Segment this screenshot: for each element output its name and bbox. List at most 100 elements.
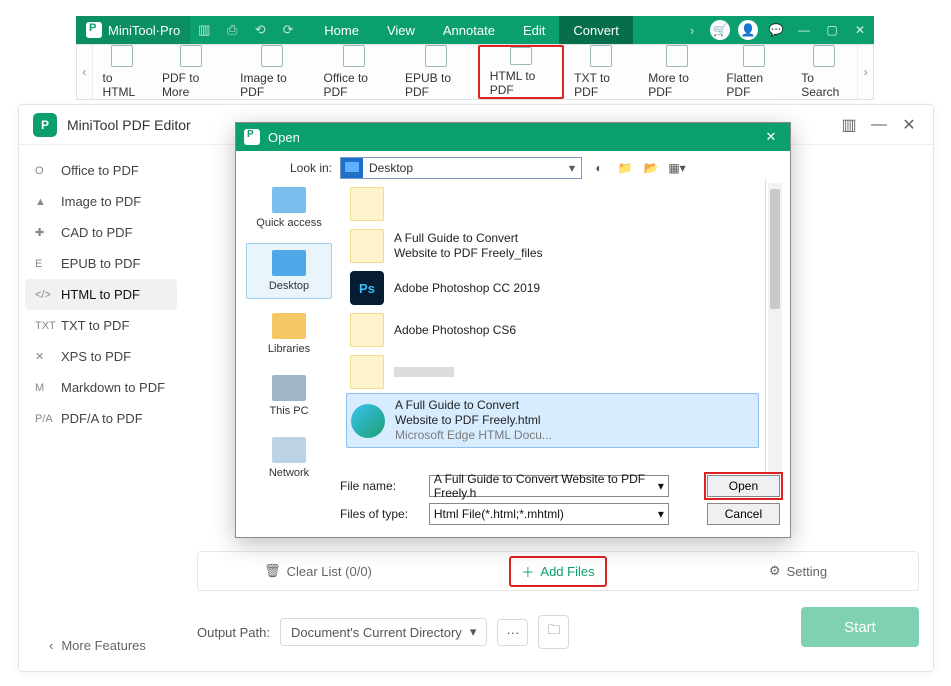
start-button[interactable]: Start — [801, 607, 919, 647]
folder-icon — [350, 313, 384, 347]
file-item[interactable] — [346, 183, 759, 225]
ribbon-scroll-right[interactable]: › — [857, 45, 873, 99]
file-item[interactable]: A Full Guide to ConvertWebsite to PDF Fr… — [346, 225, 759, 267]
print-icon[interactable]: ⎙ — [218, 16, 246, 44]
sidebar-item-txt[interactable]: TXTTXT to PDF — [25, 310, 177, 341]
redo-icon[interactable]: ⟳ — [274, 16, 302, 44]
sidebar-item-office[interactable]: OOffice to PDF — [25, 155, 177, 186]
place-libraries[interactable]: Libraries — [246, 307, 332, 361]
file-item-selected[interactable]: A Full Guide to ConvertWebsite to PDF Fr… — [346, 393, 759, 448]
menu-annotate[interactable]: Annotate — [429, 16, 509, 44]
setting[interactable]: ⚙Setting — [678, 563, 918, 579]
minimize-icon[interactable]: — — [790, 23, 818, 37]
tool-pdf-to-more[interactable]: PDF to More — [152, 45, 230, 99]
more-pdf-icon — [666, 45, 688, 67]
output-select[interactable]: Document's Current Directory▾ — [280, 618, 487, 646]
main-menu: Home View Annotate Edit Convert — [310, 16, 633, 44]
sidebar-item-epub[interactable]: EEPUB to PDF — [25, 248, 177, 279]
add-files[interactable]: ＋Add Files — [438, 556, 678, 587]
place-thispc[interactable]: This PC — [246, 369, 332, 423]
scrollbar[interactable] — [768, 183, 782, 477]
txt-icon: TXT — [35, 320, 51, 332]
office-icon: O — [35, 165, 51, 177]
chevron-down-icon: ▾ — [563, 161, 581, 175]
viewmode-icon[interactable]: ▦▾ — [668, 159, 686, 177]
output-more[interactable]: ··· — [497, 619, 528, 646]
cad-icon: ✚ — [35, 226, 51, 239]
places-bar: Quick access Desktop Libraries This PC N… — [242, 181, 336, 479]
sidebar-item-cad[interactable]: ✚CAD to PDF — [25, 217, 177, 248]
up-icon[interactable]: 📁 — [616, 159, 634, 177]
clear-list[interactable]: 🗑Clear List (0/0) — [198, 563, 438, 579]
app-close-icon[interactable]: ✕ — [899, 115, 919, 135]
menu-convert[interactable]: Convert — [559, 16, 633, 44]
libraries-icon — [272, 313, 306, 339]
cancel-button[interactable]: Cancel — [707, 503, 780, 525]
folder-icon — [350, 355, 384, 389]
gear-icon: ⚙ — [769, 563, 781, 579]
menu-home[interactable]: Home — [310, 16, 373, 44]
xps-icon: ✕ — [35, 350, 51, 363]
tool-to-search[interactable]: To Search — [791, 45, 857, 99]
place-quick[interactable]: Quick access — [246, 181, 332, 235]
tool-epub-to-pdf[interactable]: EPUB to PDF — [395, 45, 478, 99]
tool-to-html[interactable]: to HTML — [93, 45, 152, 99]
more-features[interactable]: ‹More Features — [49, 638, 146, 653]
folder-icon — [350, 229, 384, 263]
output-label: Output Path: — [197, 625, 270, 640]
newfolder-icon[interactable]: 📂 — [642, 159, 660, 177]
back-icon[interactable]: ◐ — [590, 159, 608, 177]
brand-text: MiniTool·Pro — [108, 23, 180, 38]
desktop-icon — [341, 158, 363, 178]
app-logo-icon — [86, 22, 102, 38]
filetype-select[interactable]: Html File(*.html;*.mhtml)▾ — [429, 503, 669, 525]
sidebar-item-markdown[interactable]: MMarkdown to PDF — [25, 372, 177, 403]
filename-label: File name: — [340, 479, 429, 493]
maximize-icon[interactable]: ▢ — [818, 23, 846, 37]
trash-icon: 🗑 — [264, 563, 281, 579]
html-icon: </> — [35, 289, 51, 301]
txt-pdf-icon — [590, 45, 612, 67]
output-folder[interactable]: 🗀 — [538, 615, 569, 649]
tool-txt-to-pdf[interactable]: TXT to PDF — [564, 45, 638, 99]
pc-icon — [272, 375, 306, 401]
folder-icon — [350, 187, 384, 221]
dialog-bottom: File name: A Full Guide to Convert Websi… — [340, 475, 780, 531]
file-item[interactable]: Adobe Photoshop CS6 — [346, 309, 759, 351]
open-button[interactable]: Open — [707, 475, 780, 497]
app-minimize-icon[interactable]: — — [869, 115, 889, 135]
sidebar-item-html[interactable]: </>HTML to PDF — [25, 279, 177, 310]
sidebar-item-pdfa[interactable]: P/APDF/A to PDF — [25, 403, 177, 434]
plus-icon: ＋ — [521, 562, 534, 581]
scrollbar-thumb[interactable] — [770, 189, 780, 309]
user-icon[interactable]: 👤 — [738, 20, 758, 40]
filename-input[interactable]: A Full Guide to Convert Website to PDF F… — [429, 475, 669, 497]
place-desktop[interactable]: Desktop — [246, 243, 332, 299]
cart-icon[interactable]: 🛒 — [710, 20, 730, 40]
ribbon-scroll-left[interactable]: ‹ — [77, 45, 93, 99]
menu-edit[interactable]: Edit — [509, 16, 559, 44]
file-item[interactable]: PsAdobe Photoshop CC 2019 — [346, 267, 759, 309]
file-item[interactable] — [346, 351, 759, 393]
menu-view[interactable]: View — [373, 16, 429, 44]
chat-icon[interactable]: 💬 — [762, 23, 790, 37]
sidebar-item-image[interactable]: ▲Image to PDF — [25, 186, 177, 217]
place-network[interactable]: Network — [246, 431, 332, 485]
tool-more-to-pdf[interactable]: More to PDF — [638, 45, 716, 99]
undo-icon[interactable]: ⟲ — [246, 16, 274, 44]
dialog-title: Open — [268, 130, 300, 145]
sidebar-item-xps[interactable]: ✕XPS to PDF — [25, 341, 177, 372]
tool-image-to-pdf[interactable]: Image to PDF — [230, 45, 313, 99]
panel-icon[interactable]: ▥ — [839, 115, 859, 135]
epub-icon: E — [35, 258, 51, 270]
close-icon[interactable]: ✕ — [846, 23, 874, 37]
dialog-close-icon[interactable]: ✕ — [760, 129, 782, 145]
tool-office-to-pdf[interactable]: Office to PDF — [314, 45, 395, 99]
tool-html-to-pdf[interactable]: HTML to PDF — [478, 45, 564, 99]
desktop-icon — [272, 250, 306, 276]
lookin-combo[interactable]: Desktop ▾ — [340, 157, 582, 179]
tool-flatten-pdf[interactable]: Flatten PDF — [716, 45, 791, 99]
file-list[interactable]: A Full Guide to ConvertWebsite to PDF Fr… — [340, 179, 766, 479]
save-icon[interactable]: ▥ — [190, 16, 218, 44]
chevron-right-icon[interactable]: › — [678, 16, 706, 44]
